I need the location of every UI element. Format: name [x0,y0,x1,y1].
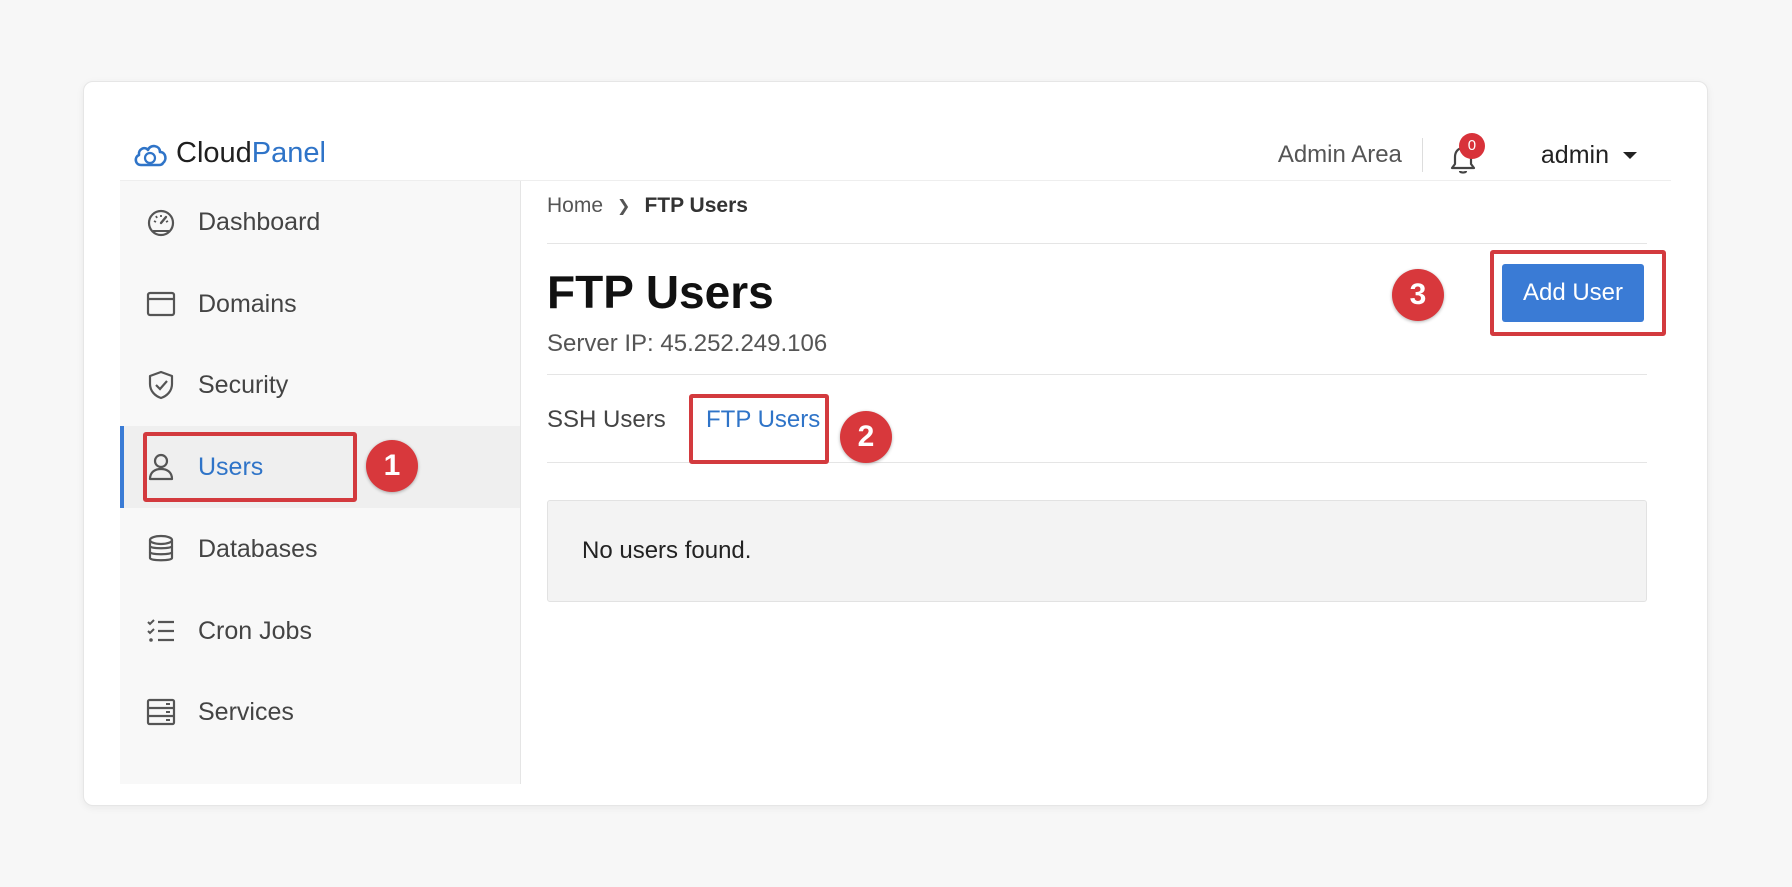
notification-count-badge: 0 [1458,133,1485,159]
shield-check-icon [144,368,178,402]
annotation-number-3: 3 [1392,269,1444,321]
sidebar-item-databases[interactable]: Databases [120,508,520,590]
database-icon [144,532,178,566]
annotation-highlight-add-user [1490,250,1666,336]
sidebar-item-label: Services [198,697,294,726]
sidebar-item-label: Domains [198,289,297,318]
user-name: admin [1540,140,1609,169]
brand-name-part2: Panel [251,137,326,169]
breadcrumb-home-link[interactable]: Home [547,194,603,218]
divider [547,243,1647,244]
checklist-icon [144,614,178,648]
empty-state-message: No users found. [547,500,1647,602]
sidebar-item-services[interactable]: Services [120,671,520,753]
sidebar-item-label: Databases [198,534,318,563]
notifications-button[interactable]: 0 [1445,133,1485,175]
annotation-highlight-ftp-tab [689,394,829,464]
cloud-icon [134,144,167,166]
breadcrumb: Home ❯ FTP Users [547,194,748,218]
chevron-right-icon: ❯ [617,198,631,215]
sidebar-item-cron-jobs[interactable]: Cron Jobs [120,590,520,672]
server-icon [144,695,178,729]
header-actions: Admin Area 0 admin [1278,130,1637,180]
sidebar-item-label: Security [198,370,289,399]
annotation-number-1: 1 [366,440,418,492]
tab-ssh-users[interactable]: SSH Users [547,406,666,434]
caret-down-icon [1623,151,1637,159]
annotation-number-2: 2 [840,411,892,463]
admin-area-link[interactable]: Admin Area [1278,138,1423,172]
empty-state-text: No users found. [582,537,752,564]
annotation-highlight-users [143,432,357,502]
app-window: CloudPanel Admin Area 0 admin Dashboard [83,81,1708,806]
browser-window-icon [144,287,178,321]
sidebar-item-label: Cron Jobs [198,616,312,645]
sidebar-item-label: Dashboard [198,207,321,236]
speedometer-icon [144,205,178,239]
brand-logo[interactable]: Cloud Panel [132,137,326,170]
divider [547,374,1647,375]
sidebar-item-domains[interactable]: Domains [120,263,520,345]
page-title: FTP Users [547,266,774,318]
brand-name-part1: Cloud [176,137,252,169]
user-menu-dropdown[interactable]: admin [1541,141,1637,170]
server-ip-text: Server IP: 45.252.249.106 [547,330,828,357]
breadcrumb-current: FTP Users [644,194,748,217]
sidebar-item-security[interactable]: Security [120,344,520,426]
sidebar-item-dashboard[interactable]: Dashboard [120,181,520,263]
